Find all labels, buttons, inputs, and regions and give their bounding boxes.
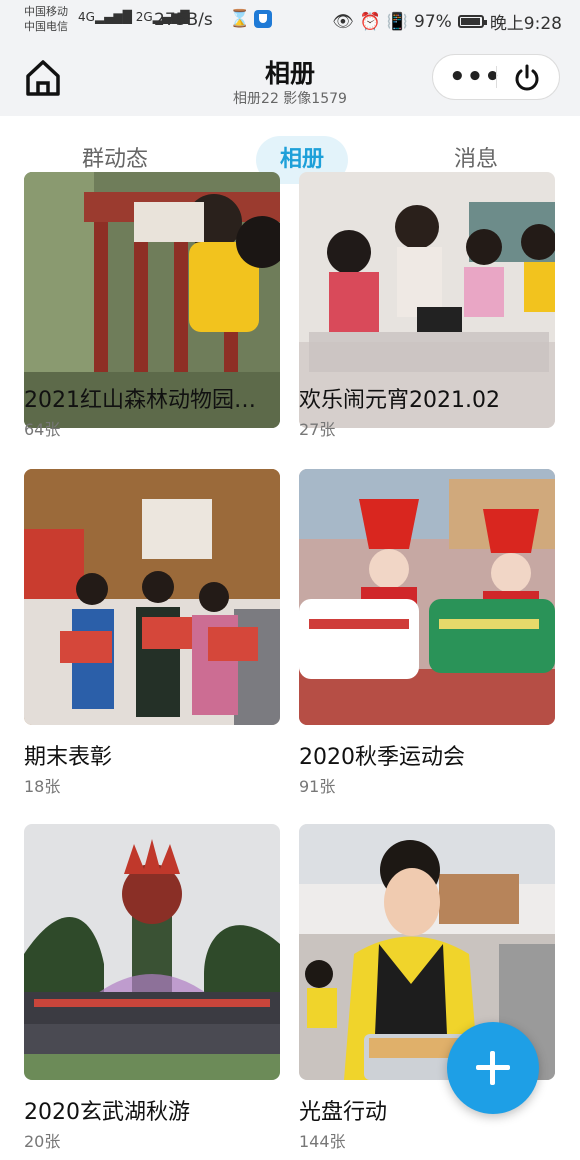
album-count: 144张: [299, 1132, 346, 1151]
add-album-button[interactable]: [447, 1022, 539, 1114]
album-cover[interactable]: [24, 824, 280, 1080]
more-button[interactable]: •••: [449, 57, 501, 97]
clock: 晚上9:28: [489, 14, 562, 34]
carrier-labels: 中国移动 中国电信: [24, 4, 68, 34]
shield-icon: [254, 10, 272, 28]
album-count: 27张: [299, 420, 336, 439]
album-count: 18张: [24, 777, 61, 796]
album-name: 欢乐闹元宵2021.02: [299, 388, 500, 413]
album-name: 2020玄武湖秋游: [24, 1100, 190, 1125]
power-icon: [515, 64, 539, 91]
hourglass-icon: ⌛: [229, 9, 251, 29]
miniprogram-capsule: •••: [432, 54, 560, 100]
album-cover[interactable]: [24, 469, 280, 725]
album-name: 2021红山森林动物园…: [24, 388, 256, 413]
vibrate-icon: 📳: [386, 11, 409, 32]
close-button[interactable]: [513, 64, 541, 92]
album-count: 64张: [24, 420, 61, 439]
album-count: 91张: [299, 777, 336, 796]
signal-1-label: 4G: [78, 10, 95, 24]
album-name: 期末表彰: [24, 745, 113, 770]
signal-bars-icon: ▂▄▆█: [94, 10, 132, 24]
carrier-2: 中国电信: [24, 20, 68, 33]
app-header: 相册 相册22 影像1579 •••: [0, 40, 580, 116]
carrier-1: 中国移动: [24, 5, 68, 18]
album-name: 2020秋季运动会: [299, 745, 465, 770]
battery-percent: 97%: [414, 11, 452, 32]
album-cover[interactable]: [299, 469, 555, 725]
album-count: 20张: [24, 1132, 61, 1151]
status-right: 👁 ⏰ 📳 97% 晚上9:28: [332, 9, 562, 35]
status-bar: 中国移动 中国电信 4G▂▄▆█ 2G▂▄▆█ 275B/s ⌛ 👁 ⏰ 📳 9…: [0, 0, 580, 40]
signal-2-label: 2G: [135, 10, 153, 24]
eye-icon: 👁: [332, 11, 354, 32]
battery-fill: [460, 18, 480, 25]
alarm-icon: ⏰: [359, 11, 381, 32]
battery-icon: [457, 15, 487, 28]
net-speed: 275B/s: [154, 10, 213, 30]
capsule-divider: [496, 66, 497, 88]
